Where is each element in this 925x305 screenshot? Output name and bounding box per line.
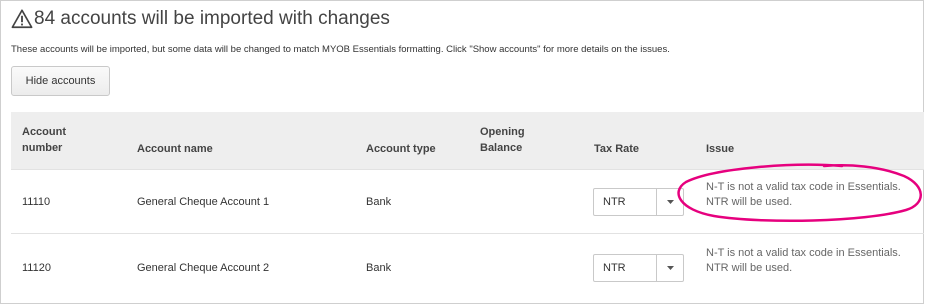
account-type: Bank [366, 196, 392, 208]
account-number: 11110 [22, 196, 51, 208]
col-issue: Issue [706, 143, 735, 155]
col-opening-balance: Opening Balance [480, 126, 525, 154]
account-number: 11120 [22, 262, 51, 274]
tax-rate-value: NTR [603, 262, 626, 274]
caret-down-icon[interactable] [656, 255, 683, 281]
issue-line: N-T is not a valid tax code in Essential… [706, 181, 901, 193]
subtitle: These accounts will be imported, but som… [11, 44, 670, 55]
col-account-type: Account type [366, 143, 436, 155]
page-title: 84 accounts will be imported with change… [11, 8, 390, 30]
col-account-name: Account name [137, 143, 213, 155]
table-header: Account number Account name Account type… [11, 112, 924, 169]
account-name: General Cheque Account 2 [137, 262, 270, 274]
tax-rate-select[interactable]: NTR [593, 254, 684, 282]
accounts-table: Account number Account name Account type… [11, 112, 924, 299]
tax-rate-select[interactable]: NTR [593, 188, 684, 216]
issue-line: N-T is not a valid tax code in Essential… [706, 247, 901, 259]
warning-icon [11, 9, 33, 29]
account-type: Bank [366, 262, 392, 274]
col-account-number: Account number [22, 126, 66, 154]
title-text: 84 accounts will be imported with change… [34, 8, 390, 29]
issue-line: NTR will be used. [706, 196, 793, 208]
issue-line: NTR will be used. [706, 262, 793, 274]
table-row: 11110 General Cheque Account 1 Bank NTR … [11, 169, 924, 233]
caret-down-icon[interactable] [656, 189, 683, 215]
tax-rate-value: NTR [603, 196, 626, 208]
hide-accounts-button[interactable]: Hide accounts [11, 66, 110, 96]
issue-text: N-T is not a valid tax code in Essential… [706, 246, 901, 276]
table-row: 11120 General Cheque Account 2 Bank NTR … [11, 233, 924, 299]
issue-text: N-T is not a valid tax code in Essential… [706, 180, 901, 210]
col-tax-rate: Tax Rate [594, 143, 640, 155]
account-name: General Cheque Account 1 [137, 196, 270, 208]
